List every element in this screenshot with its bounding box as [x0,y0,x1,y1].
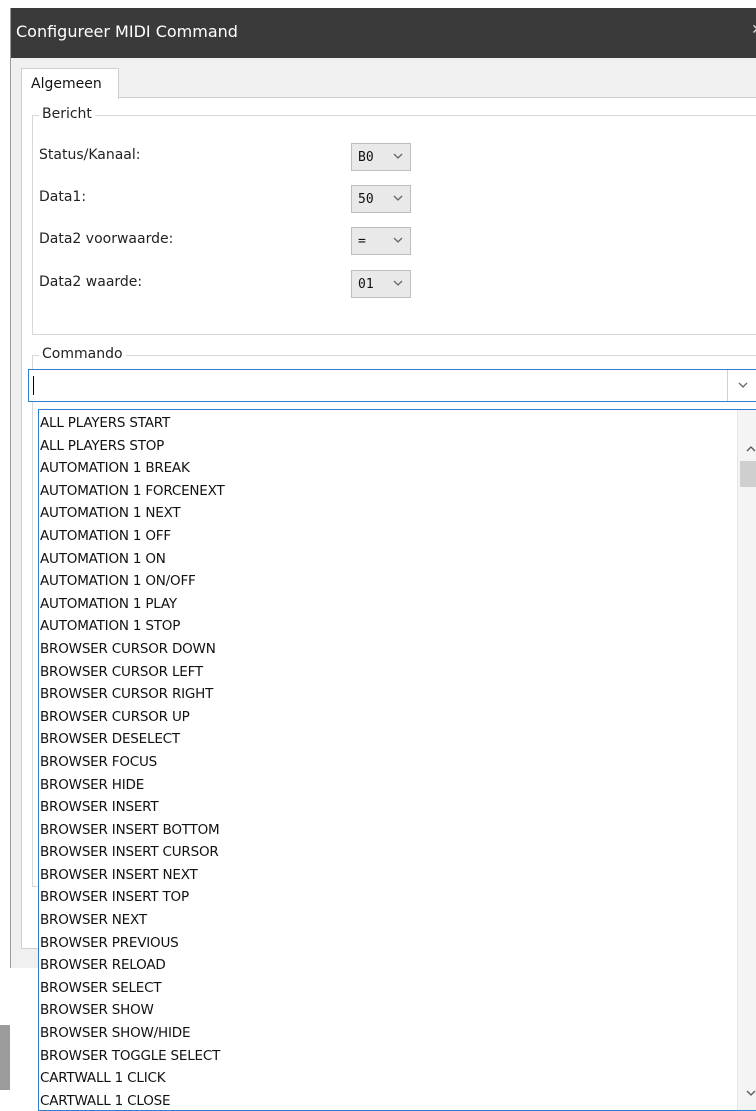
commando-dropdown-list[interactable]: ALL PLAYERS START ALL PLAYERS STOP AUTOMAT… [38,409,756,1111]
dropdown-option[interactable]: BROWSER SHOW/HIDE [40,1022,225,1045]
dropdown-option[interactable]: BROWSER HIDE [40,774,225,797]
dropdown-option[interactable]: BROWSER INSERT [40,796,225,819]
dropdown-option[interactable]: AUTOMATION 1 OFF [40,525,225,548]
data1-label: Data1: [39,189,87,205]
chevron-down-icon [393,195,403,201]
dropdown-option[interactable]: BROWSER NEXT [40,909,225,932]
dropdown-option[interactable]: AUTOMATION 1 ON [40,548,225,571]
data2-voorwaarde-value: = [358,234,366,249]
dropdown-option[interactable]: BROWSER DESELECT [40,728,225,751]
dropdown-option[interactable]: BROWSER INSERT NEXT [40,864,225,887]
dropdown-option[interactable]: BROWSER PREVIOUS [40,932,225,955]
dropdown-option[interactable]: BROWSER CURSOR UP [40,706,225,729]
dropdown-option[interactable]: AUTOMATION 1 STOP [40,615,225,638]
dropdown-option[interactable]: BROWSER FOCUS [40,751,225,774]
data2-waarde-label: Data2 waarde: [39,274,143,290]
dropdown-option[interactable]: AUTOMATION 1 ON/OFF [40,570,225,593]
tab-algemeen[interactable]: Algemeen [21,68,119,99]
dropdown-option[interactable]: BROWSER INSERT CURSOR [40,841,225,864]
chevron-down-icon [393,280,403,286]
status-kanaal-value: B0 [358,150,374,165]
background-window-edge [0,1025,10,1090]
group-bericht: Bericht Status/Kanaal: B0 Data1: 50 Data… [32,106,756,335]
group-title-commando: Commando [39,346,126,362]
dropdown-option[interactable]: CARTWALL 1 CLOSE [40,1090,225,1110]
data2-waarde-select[interactable]: 01 [351,270,411,298]
dropdown-items: ALL PLAYERS START ALL PLAYERS STOP AUTOMAT… [40,412,225,1110]
group-title-bericht: Bericht [39,106,95,122]
dropdown-option[interactable]: ALL PLAYERS START [40,412,225,435]
dropdown-option[interactable]: BROWSER CURSOR DOWN [40,638,225,661]
dropdown-scrollbar[interactable] [737,410,756,1110]
scrollbar-thumb[interactable] [740,461,756,487]
dropdown-option[interactable]: AUTOMATION 1 PLAY [40,593,225,616]
dropdown-option[interactable]: BROWSER CURSOR LEFT [40,661,225,684]
desktop-background [0,0,756,8]
dropdown-option[interactable]: BROWSER INSERT BOTTOM [40,819,225,842]
dropdown-option[interactable]: BROWSER TOGGLE SELECT [40,1045,225,1068]
dropdown-option[interactable]: AUTOMATION 1 NEXT [40,502,225,525]
dropdown-option[interactable]: AUTOMATION 1 FORCENEXT [40,480,225,503]
commando-dropdown-button[interactable] [727,370,756,401]
dropdown-option[interactable]: AUTOMATION 1 BREAK [40,457,225,480]
dropdown-option[interactable]: BROWSER SHOW [40,999,225,1022]
status-kanaal-label: Status/Kanaal: [39,147,141,163]
data1-value: 50 [358,192,374,207]
tab-label: Algemeen [31,76,102,92]
dropdown-option[interactable]: CARTWALL 1 CLICK [40,1067,225,1090]
data1-select[interactable]: 50 [351,185,411,213]
dropdown-option[interactable]: BROWSER CURSOR RIGHT [40,683,225,706]
title-bar[interactable]: Configureer MIDI Command ✕ [11,8,756,58]
chevron-down-icon [738,382,748,388]
chevron-up-icon[interactable] [745,444,756,454]
text-caret [33,376,34,395]
dropdown-option[interactable]: BROWSER SELECT [40,977,225,1000]
chevron-down-icon [393,153,403,159]
dropdown-option[interactable]: BROWSER INSERT TOP [40,886,225,909]
data2-waarde-value: 01 [358,277,374,292]
commando-combo-input[interactable] [28,369,756,402]
chevron-down-icon [393,237,403,243]
window-title: Configureer MIDI Command [16,22,238,41]
close-icon[interactable]: ✕ [751,22,756,38]
data2-voorwaarde-label: Data2 voorwaarde: [39,231,174,247]
data2-voorwaarde-select[interactable]: = [351,227,411,255]
dropdown-option[interactable]: BROWSER RELOAD [40,954,225,977]
status-kanaal-select[interactable]: B0 [351,143,411,171]
dropdown-option[interactable]: ALL PLAYERS STOP [40,435,225,458]
